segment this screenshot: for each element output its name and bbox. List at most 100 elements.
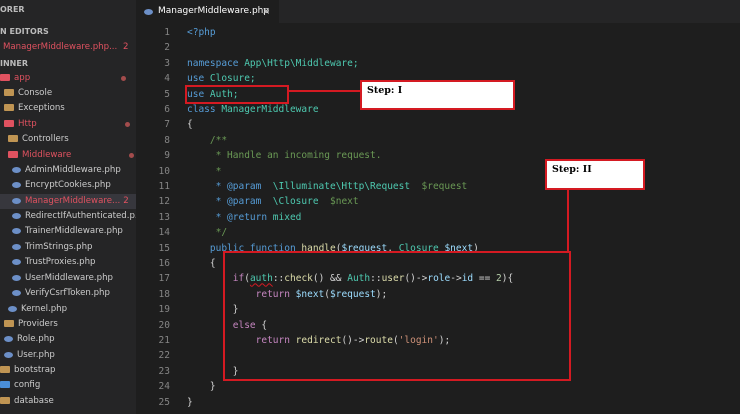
code-token: /**: [187, 134, 228, 146]
annotation-connector: [289, 90, 361, 92]
tree-item-file[interactable]: VerifyCsrfToken.php: [0, 286, 136, 301]
tree-item-controllers[interactable]: Controllers: [0, 132, 136, 147]
php-file-icon: [4, 335, 13, 342]
php-file-icon: [8, 305, 17, 312]
tab-manager-middleware[interactable]: ManagerMiddleware.php ×: [136, 0, 279, 23]
tree-label: Kernel.php: [21, 304, 68, 314]
code-token: *: [187, 165, 222, 177]
php-file-icon: [144, 9, 153, 15]
modified-dot-icon: [129, 153, 134, 158]
close-icon[interactable]: ×: [262, 0, 270, 23]
tree-item-file[interactable]: AdminMiddleware.php: [0, 163, 136, 178]
php-file-icon: [12, 258, 21, 265]
line-number: 5: [164, 88, 170, 100]
tree-item-database[interactable]: database: [0, 394, 136, 409]
code-line: }: [187, 379, 216, 394]
line-number: 24: [158, 381, 170, 393]
tree-item-config[interactable]: config: [0, 378, 136, 393]
tree-label: TrimStrings.php: [25, 242, 93, 252]
tree-label: Providers: [18, 319, 58, 329]
code-token: {: [187, 258, 216, 269]
php-file-icon: [4, 351, 13, 358]
tree-item-file[interactable]: RedirectIfAuthenticated.p...: [0, 209, 136, 224]
code-line: /**: [187, 133, 227, 148]
tree-label: Controllers: [22, 134, 69, 144]
tree-label: TrainerMiddleware.php: [25, 226, 123, 236]
line-number: 21: [158, 335, 170, 346]
tree-label: EncryptCookies.php: [25, 180, 111, 190]
code-token: $request: [410, 181, 468, 192]
open-editor-item[interactable]: ManagerMiddleware.php... 2: [0, 40, 136, 55]
code-token: * @param: [187, 196, 262, 208]
explorer-sidebar: ORER N EDITORS ManagerMiddleware.php... …: [0, 0, 136, 414]
annotation-box-use-auth: [185, 85, 289, 104]
tree-item-file[interactable]: User.php: [0, 348, 136, 363]
tree-item-console[interactable]: Console: [0, 86, 136, 101]
tree-item-file[interactable]: Kernel.php: [0, 302, 136, 317]
line-number: 13: [158, 211, 170, 223]
code-line: * @param \Closure $next: [187, 194, 359, 209]
line-number: 12: [158, 196, 170, 208]
line-number: 4: [164, 73, 170, 85]
code-token: }: [187, 396, 193, 408]
tree-item-providers[interactable]: Providers: [0, 317, 136, 332]
line-number: 20: [158, 319, 170, 331]
code-line: class ManagerMiddleware: [187, 102, 319, 117]
code-line: * @return mixed: [187, 210, 302, 225]
code-token: use: [187, 73, 205, 85]
tree-item-file-selected[interactable]: ManagerMiddleware... 2: [0, 194, 136, 209]
annotation-step-1: Step: I: [360, 80, 515, 110]
code-line: * Handle an incoming request.: [187, 148, 382, 163]
folder-icon: [4, 104, 14, 111]
code-line: * @param \Illuminate\Http\Request $reque…: [187, 179, 468, 194]
line-number: 2: [164, 42, 170, 54]
code-token: App\Http\Middleware;: [238, 57, 359, 69]
code-token: */: [187, 227, 228, 239]
tree-item-bootstrap[interactable]: bootstrap: [0, 363, 136, 378]
code-token: ManagerMiddleware: [215, 104, 319, 115]
php-file-icon: [12, 197, 21, 204]
tree-label: AdminMiddleware.php: [25, 165, 121, 175]
project-section[interactable]: INNER: [0, 56, 136, 71]
tree-label: Middleware: [22, 150, 72, 160]
annotation-connector: [567, 190, 569, 252]
code-line: *: [187, 164, 222, 179]
tree-item-exceptions[interactable]: Exceptions: [0, 101, 136, 116]
tab-bar: ManagerMiddleware.php ×: [136, 0, 740, 23]
explorer-header: ORER: [0, 5, 25, 14]
line-number: 25: [158, 396, 170, 408]
open-editors-section[interactable]: N EDITORS: [0, 24, 136, 39]
folder-icon: [0, 381, 10, 388]
tree-item-file[interactable]: EncryptCookies.php: [0, 178, 136, 193]
annotation-box-if-block: [223, 251, 571, 381]
line-number: 6: [164, 104, 170, 115]
problem-count-badge: 2: [123, 42, 129, 52]
tree-item-file[interactable]: TrustProxies.php: [0, 255, 136, 270]
tree-item-app[interactable]: app: [0, 71, 136, 86]
tree-label: RedirectIfAuthenticated.p...: [25, 211, 136, 221]
line-number: 23: [158, 365, 170, 377]
tree-item-file[interactable]: TrimStrings.php: [0, 240, 136, 255]
code-line: }: [187, 395, 193, 410]
modified-dot-icon: [121, 76, 126, 81]
tab-label: ManagerMiddleware.php: [158, 6, 270, 16]
line-number: 3: [164, 57, 170, 69]
vscode-window: ORER N EDITORS ManagerMiddleware.php... …: [0, 0, 740, 414]
tree-label: TrustProxies.php: [25, 257, 96, 267]
code-token: }: [187, 381, 216, 393]
line-number: 15: [158, 242, 170, 254]
tree-label: app: [14, 73, 31, 83]
code-token: {: [187, 119, 193, 131]
tree-label: config: [14, 380, 41, 390]
php-file-icon: [12, 181, 21, 188]
tree-item-file[interactable]: Role.php: [0, 332, 136, 347]
code-token: * @return: [187, 211, 268, 223]
project-label: INNER: [0, 59, 28, 68]
tree-item-file[interactable]: TrainerMiddleware.php: [0, 224, 136, 239]
code-token: Closure;: [204, 73, 256, 85]
tree-item-file[interactable]: UserMiddleware.php: [0, 271, 136, 286]
open-editors-label: N EDITORS: [0, 27, 49, 36]
php-file-icon: [12, 227, 21, 234]
tree-item-http[interactable]: Http: [0, 117, 136, 132]
tree-item-middleware[interactable]: Middleware: [0, 148, 136, 163]
